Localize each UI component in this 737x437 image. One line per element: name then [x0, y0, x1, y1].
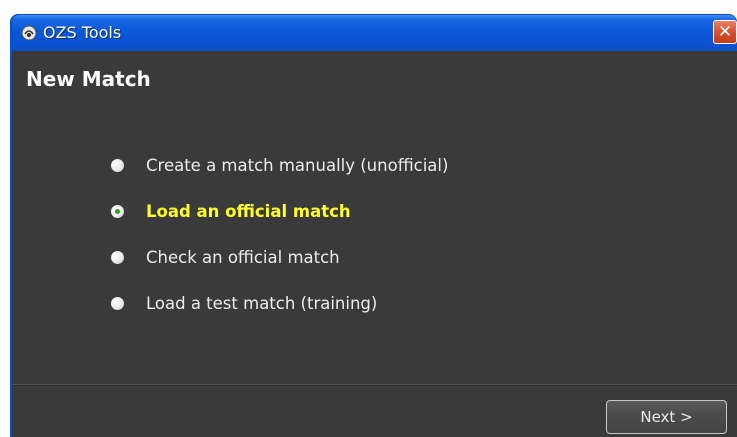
page-title: New Match: [26, 67, 151, 91]
option-label: Load a test match (training): [146, 293, 378, 313]
radio-load-test[interactable]: [111, 296, 124, 310]
option-load-test[interactable]: Load a test match (training): [111, 280, 448, 326]
option-load-official[interactable]: Load an official match: [111, 188, 448, 234]
radio-create-manual[interactable]: [111, 158, 124, 172]
option-create-manual[interactable]: Create a match manually (unofficial): [111, 142, 448, 188]
radio-check-official[interactable]: [111, 250, 124, 264]
main-content: New Match Create a match manually (unoff…: [12, 51, 737, 384]
option-label: Load an official match: [146, 201, 351, 221]
match-type-options: Create a match manually (unofficial) Loa…: [111, 142, 448, 326]
app-window: OZS Tools ✕ New Match Create a match man…: [10, 14, 737, 437]
option-check-official[interactable]: Check an official match: [111, 234, 448, 280]
close-button[interactable]: ✕: [713, 20, 737, 44]
app-logo-icon: [21, 25, 37, 41]
option-label: Check an official match: [146, 247, 340, 267]
radio-load-official[interactable]: [111, 204, 124, 218]
close-icon: ✕: [717, 21, 733, 42]
window-title: OZS Tools: [43, 23, 122, 42]
footer-bar: Next >: [12, 384, 737, 437]
next-button[interactable]: Next >: [606, 400, 727, 434]
title-bar[interactable]: OZS Tools ✕: [12, 15, 737, 51]
option-label: Create a match manually (unofficial): [146, 155, 449, 175]
